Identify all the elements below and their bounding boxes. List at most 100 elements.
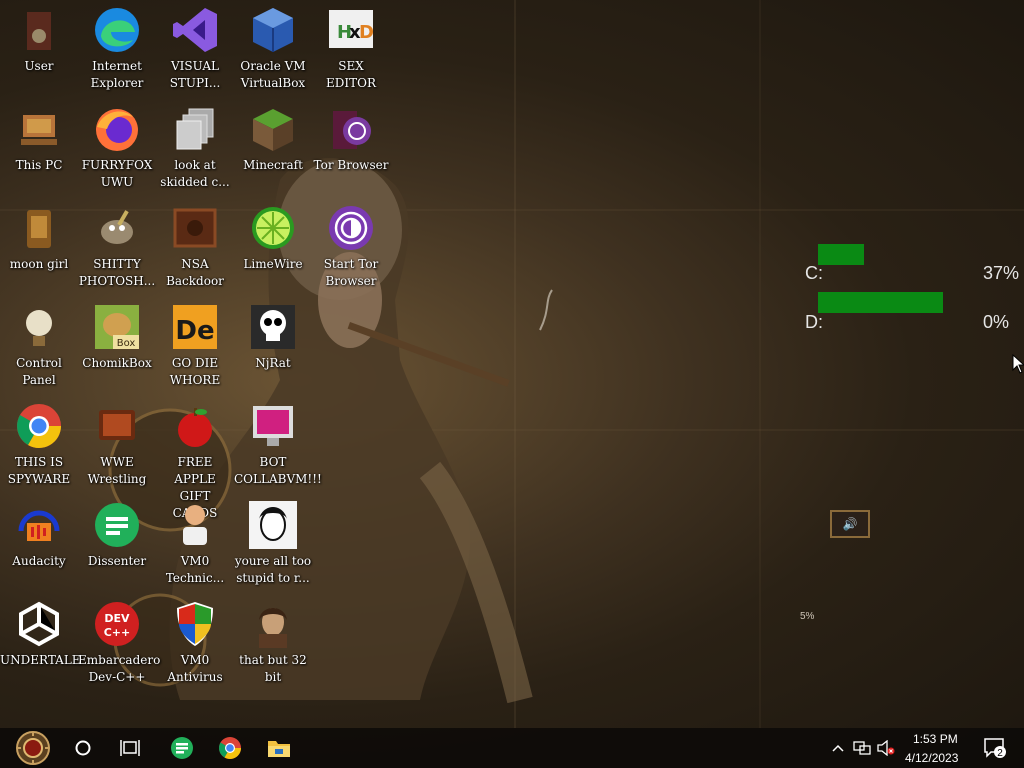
desktop-icon-go-die-whore[interactable]: De GO DIE WHORE [156,297,234,393]
icon-label: youre all too stupid to r... [234,554,312,585]
icon-label: THIS IS SPYWARE [7,455,71,486]
chrome-icon [219,737,241,759]
icon-label: moon girl [9,257,69,271]
icon-label: Internet Explorer [90,59,144,90]
search-cortana-button[interactable] [68,728,98,768]
icon-label: that but 32 bit [239,653,307,684]
monitor-icon [249,402,297,450]
devcpp-icon: DEV C++ [93,600,141,648]
desktop-icon-this-pc[interactable]: This PC [0,99,78,195]
icon-label: ChomikBox [82,356,152,370]
technician-icon [171,501,219,549]
drive-c-usage-bar [818,244,864,265]
shield-icon [171,600,219,648]
apple-icon [171,402,219,450]
lightbulb-icon [15,303,63,351]
icon-label: SHITTY PHOTOSH... [78,257,156,288]
desktop-icon-vm0-antivirus[interactable]: VM0 Antivirus [156,594,234,690]
minecraft-block-icon [249,105,297,153]
network-icon [853,741,871,755]
icon-label: Audacity [12,554,66,568]
speaker-icon: 🔊 [842,517,858,531]
misc-percent: 5% [800,611,815,622]
show-hidden-icons-button[interactable] [828,728,848,768]
icon-label: Minecraft [243,158,303,172]
task-view-button[interactable] [115,728,145,768]
desktop-icon-user[interactable]: User [0,0,78,96]
tv-icon [93,402,141,450]
desktop-icon-furryfox[interactable]: FURRYFOX UWU [78,99,156,195]
svg-text:D: D [359,22,374,43]
desktop-icon-bot-collabvm[interactable]: BOT COLLABVM!!! [234,396,322,492]
drive-d-label: D: [805,312,823,332]
taskbar-file-explorer[interactable] [262,728,296,768]
desktop-icon-oracle-vm-virtualbox[interactable]: Oracle VM VirtualBox [234,0,312,96]
files-stack-icon [171,105,219,153]
icon-label: VM0 Antivirus [167,653,223,684]
lime-icon [249,204,297,252]
speaker-gadget[interactable]: 🔊 [830,510,870,538]
portrait-icon [249,501,297,549]
taskbar-chrome[interactable] [213,728,247,768]
task-view-icon [120,740,140,756]
desktop-icon-audacity[interactable]: Audacity [0,495,78,591]
user-folder-icon [15,6,63,54]
delphi-icon: De [171,303,219,351]
desktop-icon-dev-cpp[interactable]: DEV C++ Embarcadero Dev-C++ [78,594,160,690]
desktop-icon-free-apple-gift-cards[interactable]: FREE APPLE GIFT CARDS [156,396,234,520]
desktop-icon-chomikbox[interactable]: Box ChomikBox [78,297,156,393]
desktop-icon-internet-explorer[interactable]: Internet Explorer [78,0,156,96]
volume-muted-icon [877,740,895,756]
start-button[interactable] [8,728,58,768]
action-center-button[interactable]: 2 [980,728,1010,768]
desktop-icon-this-is-spyware[interactable]: THIS IS SPYWARE [0,396,78,492]
icon-label: SEX EDITOR [326,59,376,90]
start-orb-icon [16,731,50,765]
gimp-icon [93,204,141,252]
dissenter-icon [171,737,193,759]
icon-label: look at skidded c... [160,158,230,189]
backdoor-icon [171,204,219,252]
icon-label: NSA Backdoor [166,257,224,288]
audacity-icon [15,501,63,549]
icon-label: NjRat [255,356,291,370]
taskbar-dissenter[interactable] [165,728,199,768]
desktop-icon-start-tor-browser[interactable]: Start Tor Browser [312,198,390,294]
desktop-icon-vm0-technic[interactable]: VM0 Technic... [156,495,234,591]
icon-label: Control Panel [16,356,62,387]
clock-date[interactable]: 4/12/2023 [905,751,958,765]
desktop-icon-moon-girl[interactable]: moon girl [0,198,78,294]
desktop-icon-shitty-photosh[interactable]: SHITTY PHOTOSH... [78,198,156,294]
firefox-icon [93,105,141,153]
drive-d-percent: 0% [983,312,1010,332]
desktop-icon-nsa-backdoor[interactable]: NSA Backdoor [156,198,234,294]
icon-label: WWE Wrestling [87,455,147,486]
drive-c-label: C: [805,263,823,283]
chevron-up-icon [832,744,844,752]
folder-icon [268,741,290,757]
desktop-icon-sex-editor[interactable]: HxD SEX EDITOR [312,0,390,96]
icon-label: VM0 Technic... [165,554,225,585]
cortana-circle-icon [75,740,91,756]
desktop-icon-youre-all-too-stupid[interactable]: youre all too stupid to r... [234,495,312,591]
hxd-icon: HxD [327,6,375,54]
desktop-icon-minecraft[interactable]: Minecraft [234,99,312,195]
desktop-icon-limewire[interactable]: LimeWire [234,198,312,294]
clock-time[interactable]: 1:53 PM [913,732,958,746]
desktop-icon-look-at-skidded[interactable]: look at skidded c... [156,99,234,195]
dissenter-icon [93,501,141,549]
desktop-icon-dissenter[interactable]: Dissenter [78,495,156,591]
network-button[interactable] [851,728,873,768]
visual-studio-icon [171,6,219,54]
desktop-icon-that-but-32-bit[interactable]: that but 32 bit [234,594,312,690]
icon-label: Tor Browser [313,158,389,172]
desktop-icon-visual-stupi[interactable]: VISUAL STUPI... [156,0,234,96]
desktop-icon-control-panel[interactable]: Control Panel [0,297,78,393]
svg-text:C++: C++ [104,626,131,639]
icon-label: GO DIE WHORE [169,356,221,387]
desktop-icon-tor-browser[interactable]: Tor Browser [312,99,390,195]
desktop-icon-undertale[interactable]: UNDERTALE [0,594,81,690]
desktop-icon-wwe-wrestling[interactable]: WWE Wrestling [78,396,156,492]
volume-button[interactable] [875,728,897,768]
desktop-icon-njrat[interactable]: NjRat [234,297,312,393]
